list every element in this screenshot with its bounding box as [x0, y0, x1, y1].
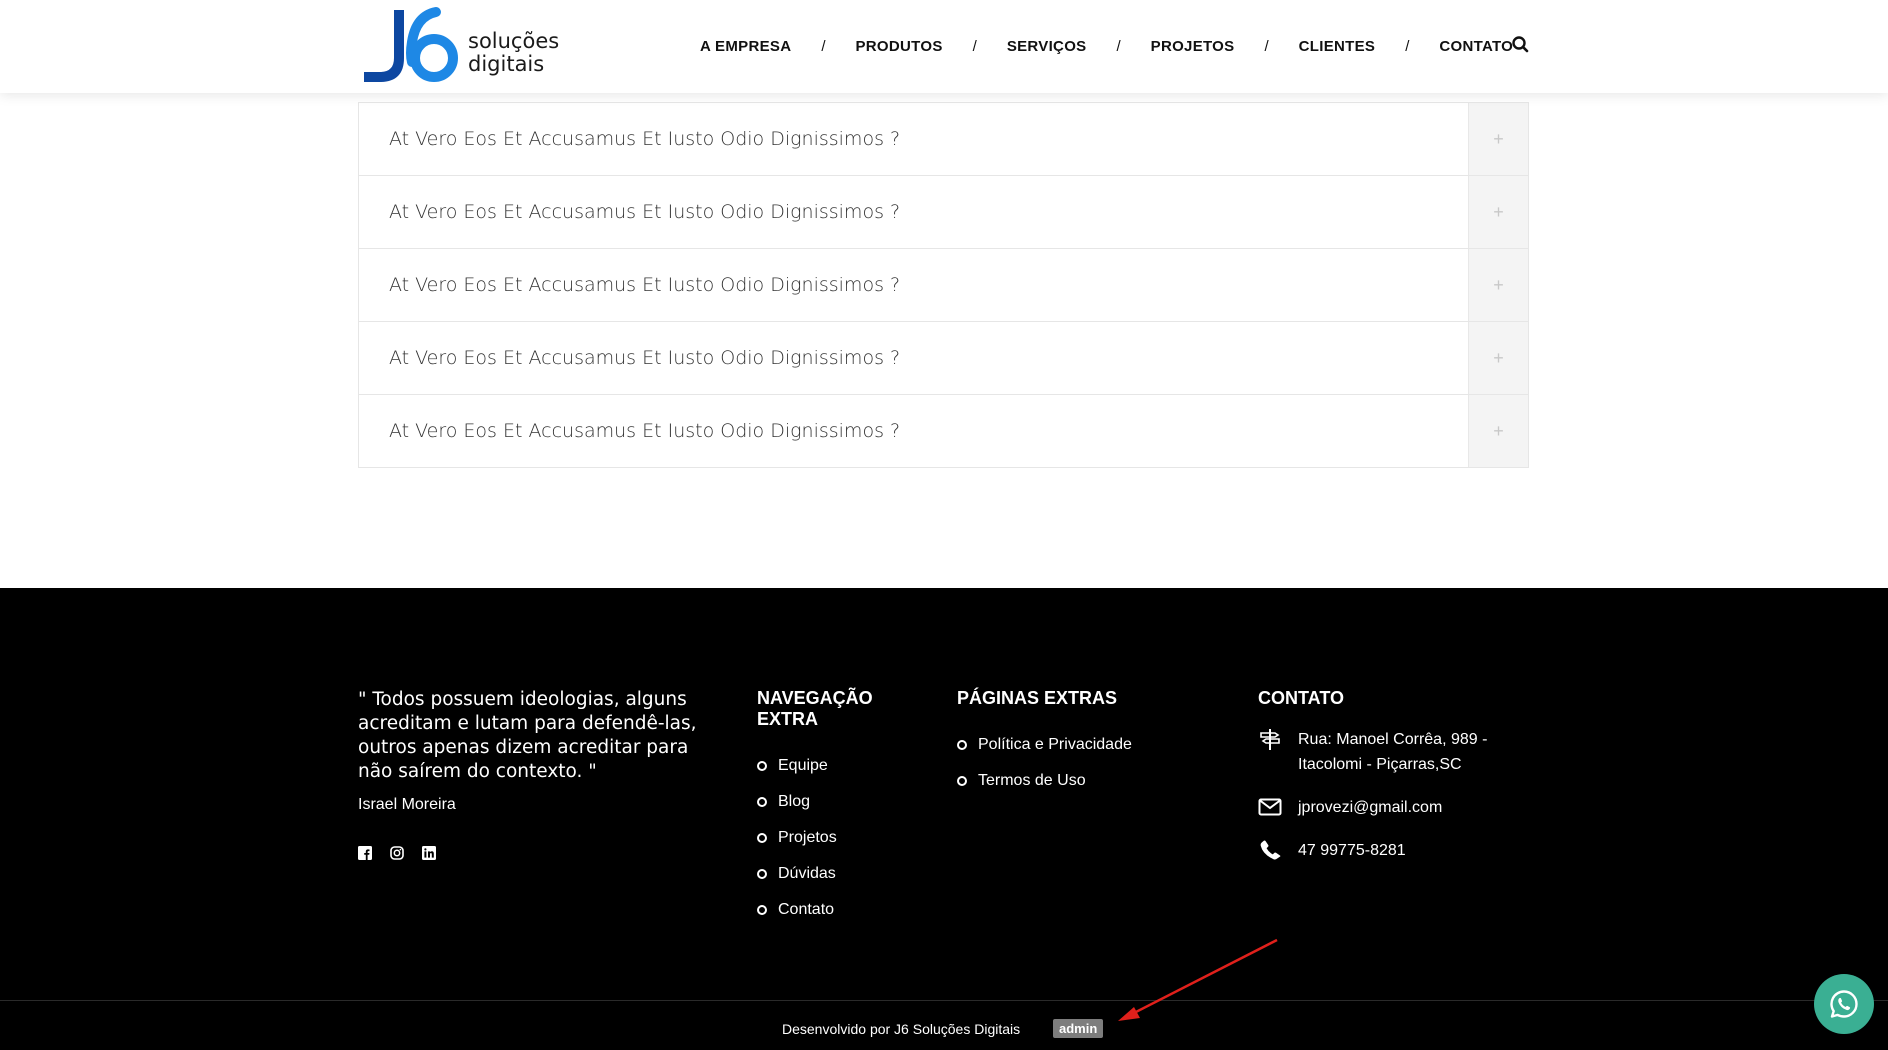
faq-item[interactable]: At Vero Eos Et Accusamus Et Iusto Odio D… — [359, 321, 1528, 394]
bullet-icon — [757, 797, 767, 807]
footer-link-label: Projetos — [778, 829, 837, 846]
faq-item[interactable]: At Vero Eos Et Accusamus Et Iusto Odio D… — [359, 248, 1528, 321]
contact-address-text: Rua: Manoel Corrêa, 989 - Itacolomi - Pi… — [1298, 731, 1488, 773]
main-nav: A EMPRESA / PRODUTOS / SERVIÇOS / PROJET… — [700, 34, 1513, 58]
page: soluções digitais A EMPRESA / PRODUTOS /… — [0, 0, 1888, 1050]
footer-quote: " Todos possuem ideologias, alguns acred… — [358, 689, 697, 782]
faq-question: At Vero Eos Et Accusamus Et Iusto Odio D… — [389, 347, 901, 369]
contact-phone-text: 47 99775-8281 — [1298, 842, 1406, 859]
nav-item-contato[interactable]: CONTATO — [1439, 38, 1513, 55]
nav-separator: / — [1116, 37, 1121, 55]
signpost-icon — [1260, 729, 1280, 750]
contact-address: Rua: Manoel Corrêa, 989 - Itacolomi - Pi… — [1258, 727, 1518, 777]
plus-icon[interactable]: + — [1468, 103, 1528, 175]
plus-icon[interactable]: + — [1468, 249, 1528, 321]
footer-bottom-bar: Desenvolvido por J6 Soluções Digitais ad… — [0, 1000, 1888, 1050]
faq-question: At Vero Eos Et Accusamus Et Iusto Odio D… — [389, 420, 901, 442]
whatsapp-icon — [1830, 990, 1858, 1018]
plus-icon[interactable]: + — [1468, 395, 1528, 467]
nav-item-servicos[interactable]: SERVIÇOS — [1007, 38, 1087, 55]
annotation-arrow — [1118, 938, 1278, 1021]
faq-item[interactable]: At Vero Eos Et Accusamus Et Iusto Odio D… — [359, 102, 1528, 175]
bullet-icon — [757, 833, 767, 843]
bullet-icon — [957, 740, 967, 750]
bullet-icon — [757, 869, 767, 879]
faq-question: At Vero Eos Et Accusamus Et Iusto Odio D… — [389, 128, 901, 150]
faq-question: At Vero Eos Et Accusamus Et Iusto Odio D… — [389, 274, 901, 296]
nav-separator: / — [972, 37, 977, 55]
footer-contact: CONTATO Rua: Manoel Corrêa, 989 - Itacol… — [1258, 688, 1518, 863]
footer-link-projetos[interactable]: Projetos — [757, 820, 907, 856]
faq-item[interactable]: At Vero Eos Et Accusamus Et Iusto Odio D… — [359, 175, 1528, 248]
footer-link-label: Dúvidas — [778, 865, 836, 882]
quote-author: Israel Moreira — [358, 796, 456, 813]
nav-separator: / — [1264, 37, 1269, 55]
footer-contact-title: CONTATO — [1258, 688, 1344, 708]
footer-link-terms[interactable]: Termos de Uso — [957, 763, 1217, 799]
plus-icon[interactable]: + — [1468, 176, 1528, 248]
footer-link-label: Equipe — [778, 757, 828, 774]
nav-item-projetos[interactable]: PROJETOS — [1151, 38, 1235, 55]
bullet-icon — [757, 905, 767, 915]
footer-nav-list: Equipe Blog Projetos Dúvidas Contato — [757, 748, 907, 928]
logo-line-2: digitais — [468, 52, 545, 76]
nav-item-produtos[interactable]: PRODUTOS — [856, 38, 943, 55]
linkedin-icon[interactable] — [422, 846, 436, 860]
logo-text: soluções digitais — [468, 30, 559, 76]
search-icon[interactable] — [1510, 34, 1532, 56]
footer-extra-pages: PÁGINAS EXTRAS Política e Privacidade Te… — [957, 688, 1217, 799]
site-footer: " Todos possuem ideologias, alguns acred… — [0, 588, 1888, 1050]
footer-link-label: Política e Privacidade — [978, 736, 1132, 753]
instagram-icon[interactable] — [390, 846, 404, 860]
footer-credits: Desenvolvido por J6 Soluções Digitais — [782, 1021, 1021, 1037]
footer-link-equipe[interactable]: Equipe — [757, 748, 907, 784]
mail-icon — [1258, 798, 1282, 816]
footer-extra-list: Política e Privacidade Termos de Uso — [957, 727, 1217, 799]
footer-link-label: Contato — [778, 901, 835, 918]
whatsapp-button[interactable] — [1814, 974, 1874, 1034]
faq-item[interactable]: At Vero Eos Et Accusamus Et Iusto Odio D… — [359, 394, 1528, 467]
footer-link-blog[interactable]: Blog — [757, 784, 907, 820]
faq-accordion: At Vero Eos Et Accusamus Et Iusto Odio D… — [358, 102, 1529, 468]
footer-navigation: NAVEGAÇÃO EXTRA Equipe Blog Projetos Dúv… — [757, 688, 907, 928]
faq-question: At Vero Eos Et Accusamus Et Iusto Odio D… — [389, 201, 901, 223]
footer-nav-title: NAVEGAÇÃO EXTRA — [757, 688, 873, 729]
nav-separator: / — [1405, 37, 1410, 55]
footer-extra-title: PÁGINAS EXTRAS — [957, 688, 1118, 708]
phone-icon — [1260, 840, 1281, 860]
contact-email-text: jprovezi@gmail.com — [1298, 799, 1443, 816]
admin-badge[interactable]: admin — [1053, 1019, 1104, 1038]
bullet-icon — [757, 761, 767, 771]
plus-icon[interactable]: + — [1468, 322, 1528, 394]
footer-link-privacy[interactable]: Política e Privacidade — [957, 727, 1217, 763]
nav-separator: / — [821, 37, 826, 55]
social-links — [358, 846, 436, 860]
quote-block: " Todos possuem ideologias, alguns acred… — [358, 688, 718, 814]
nav-item-empresa[interactable]: A EMPRESA — [700, 38, 791, 55]
logo-line-1: soluções — [468, 29, 560, 53]
contact-phone[interactable]: 47 99775-8281 — [1258, 838, 1518, 863]
footer-link-label: Termos de Uso — [978, 772, 1086, 789]
nav-item-clientes[interactable]: CLIENTES — [1299, 38, 1376, 55]
bullet-icon — [957, 776, 967, 786]
contact-email[interactable]: jprovezi@gmail.com — [1258, 795, 1518, 820]
logo[interactable]: soluções digitais — [360, 6, 560, 88]
footer-link-duvidas[interactable]: Dúvidas — [757, 856, 907, 892]
site-header: soluções digitais A EMPRESA / PRODUTOS /… — [0, 0, 1888, 93]
footer-link-contato[interactable]: Contato — [757, 892, 907, 928]
footer-link-label: Blog — [778, 793, 811, 810]
logo-mark — [364, 7, 458, 82]
facebook-icon[interactable] — [358, 846, 372, 860]
